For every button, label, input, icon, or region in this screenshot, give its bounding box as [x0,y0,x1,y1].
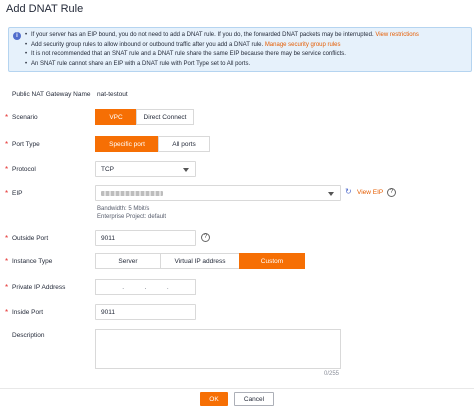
dialog-title: Add DNAT Rule [6,3,84,15]
outside-port-label: Outside Port [5,235,48,242]
help-icon[interactable]: ? [387,188,396,197]
cancel-button[interactable]: Cancel [234,392,274,406]
gateway-value: nat-testout [97,91,128,98]
private-ip-input[interactable]: ... [95,279,196,295]
scenario-option-direct-connect[interactable]: Direct Connect [136,109,194,125]
ok-button[interactable]: OK [200,392,228,406]
chevron-down-icon [328,192,334,196]
inside-port-value: 9011 [101,308,115,316]
protocol-label: Protocol [5,166,36,173]
instance-type-option-custom[interactable]: Custom [239,253,305,269]
port-type-label: Port Type [5,141,40,148]
manage-security-group-link[interactable]: Manage security group rules [265,42,341,48]
footer-divider [0,388,474,389]
protocol-value: TCP [101,165,114,173]
help-icon[interactable]: ? [201,233,210,242]
description-counter: 0/255 [324,371,340,377]
notice-item: If your server has an EIP bound, you do … [25,31,419,41]
outside-port-input[interactable]: 9011 [95,230,196,246]
eip-bandwidth: Bandwidth: 5 Mbit/s [97,206,150,212]
eip-label: EIP [5,190,23,197]
description-textarea[interactable] [95,329,341,369]
port-type-selector: Specific port All ports [95,136,210,152]
notice-list: If your server has an EIP bound, you do … [25,31,419,69]
view-restrictions-link[interactable]: View restrictions [375,32,419,38]
protocol-select[interactable]: TCP [95,161,196,177]
private-ip-label: Private IP Address [5,284,65,291]
instance-type-selector: Server Virtual IP address Custom [95,253,305,269]
port-type-option-specific[interactable]: Specific port [95,136,159,152]
instance-type-label: Instance Type [5,258,52,265]
refresh-icon[interactable]: ↻ [345,187,352,196]
notice-item: An SNAT rule cannot share an EIP with a … [25,60,419,70]
eip-enterprise-project: Enterprise Project: default [97,214,167,220]
outside-port-value: 9011 [101,234,115,242]
inside-port-label: Inside Port [5,309,43,316]
notice-item: Add security group rules to allow inboun… [25,41,419,51]
scenario-label: Scenario [5,114,38,121]
eip-value-redacted [101,190,163,196]
dialog-header: Add DNAT Rule [0,0,474,20]
scenario-selector: VPC Direct Connect [95,109,194,125]
info-notice: i If your server has an EIP bound, you d… [8,27,472,72]
chevron-down-icon [183,168,189,172]
scenario-option-vpc[interactable]: VPC [95,109,137,125]
instance-type-option-virtual-ip[interactable]: Virtual IP address [160,253,240,269]
notice-item: It is not recommended that an SNAT rule … [25,50,419,60]
gateway-label: Public NAT Gateway Name [12,91,91,98]
description-label: Description [12,332,45,339]
port-type-option-all[interactable]: All ports [158,136,210,152]
instance-type-option-server[interactable]: Server [95,253,161,269]
info-icon: i [13,32,21,40]
eip-select[interactable] [95,185,341,201]
view-eip-link[interactable]: View EIP [357,189,383,196]
inside-port-input[interactable]: 9011 [95,304,196,320]
